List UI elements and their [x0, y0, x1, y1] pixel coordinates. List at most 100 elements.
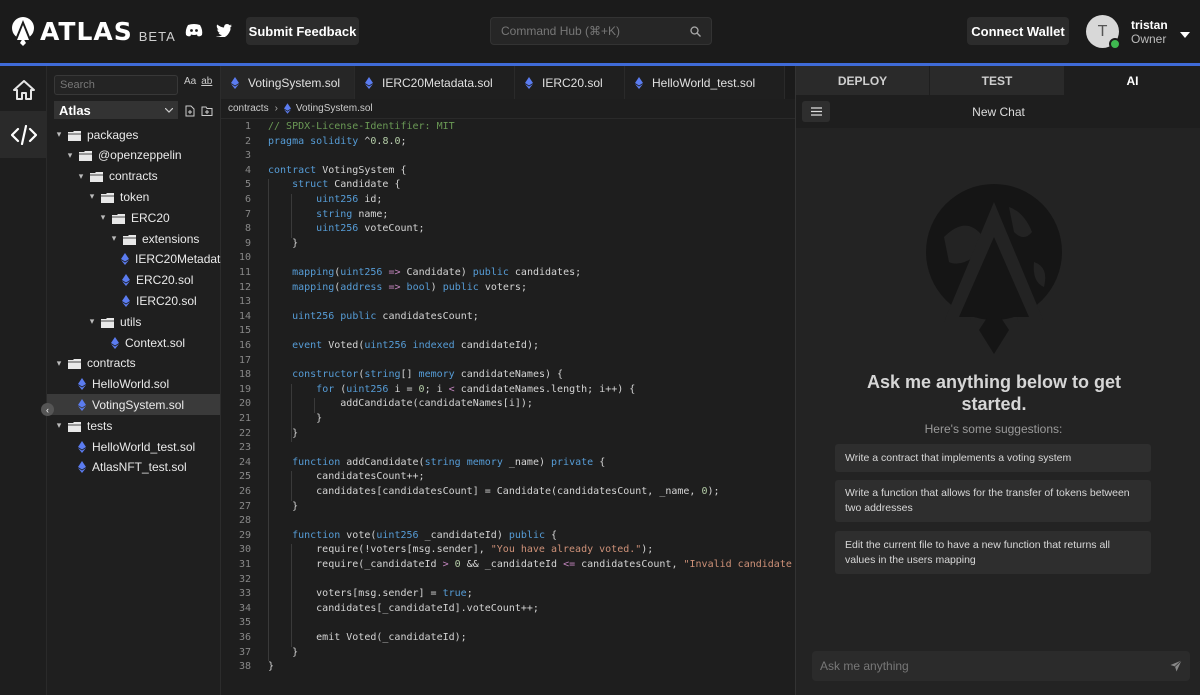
tree-folder[interactable]: ▾ token: [47, 186, 220, 207]
folder-icon: [68, 130, 82, 141]
user-name: tristan: [1131, 18, 1168, 32]
line-number: 19: [238, 383, 251, 395]
code-line[interactable]: candidates[candidatesCount] = Candidate(…: [268, 486, 719, 497]
tree-label: token: [120, 189, 150, 204]
code-line[interactable]: function vote(uint256 _candidateId) publ…: [268, 530, 557, 541]
code-line[interactable]: }: [268, 428, 298, 439]
chevron-down-icon[interactable]: [1180, 26, 1190, 44]
tree-file[interactable]: HelloWorld.sol: [47, 374, 220, 395]
tree-file[interactable]: IERC20Metadata.sol: [47, 249, 246, 270]
tree-label: Context.sol: [125, 335, 186, 350]
code-line[interactable]: struct Candidate {: [268, 179, 400, 190]
code-line[interactable]: event Voted(uint256 indexed candidateId)…: [268, 340, 539, 351]
suggestion-item[interactable]: Write a function that allows for the tra…: [835, 480, 1151, 522]
twitter-icon[interactable]: [216, 24, 232, 38]
collapse-sidebar-button[interactable]: ‹: [41, 403, 54, 416]
code-line[interactable]: voters[msg.sender] = true;: [268, 588, 473, 599]
ethereum-icon: [365, 76, 373, 89]
workspace-select[interactable]: Atlas: [54, 101, 178, 119]
chat-prompt-heading: Ask me anything below to get started.: [866, 372, 1122, 414]
menu-icon: [810, 107, 822, 116]
tree-label: utils: [120, 314, 142, 329]
brand[interactable]: ATLAS BETA: [10, 15, 176, 47]
breadcrumb-file[interactable]: VotingSystem.sol: [296, 103, 373, 114]
tree-folder[interactable]: ▾ tests: [47, 415, 220, 436]
tree-folder[interactable]: ▾ extensions: [47, 228, 220, 249]
tree-file[interactable]: ERC20.sol: [47, 270, 220, 291]
tree-folder[interactable]: ▾ ERC20: [47, 207, 220, 228]
breadcrumb-folder[interactable]: contracts: [228, 103, 269, 114]
code-line[interactable]: }: [268, 661, 274, 672]
code-line[interactable]: uint256 id;: [268, 194, 382, 205]
discord-icon[interactable]: [185, 23, 203, 37]
code-line[interactable]: string name;: [268, 209, 388, 220]
tree-folder[interactable]: ▾ contracts: [47, 166, 220, 187]
code-line[interactable]: // SPDX-License-Identifier: MIT: [268, 121, 455, 132]
code-line[interactable]: require(_candidateId > 0 && _candidateId…: [268, 559, 795, 570]
code-line[interactable]: for (uint256 i = 0; i < candidateNames.l…: [268, 384, 635, 395]
editor-tab[interactable]: IERC20.sol: [515, 66, 625, 99]
code-line[interactable]: constructor(string[] memory candidateNam…: [268, 369, 563, 380]
code-line[interactable]: mapping(uint256 => Candidate) public can…: [268, 267, 581, 278]
send-icon[interactable]: [1170, 660, 1182, 672]
editor-tab[interactable]: IERC20Metadata.sol: [355, 66, 515, 99]
connect-wallet-button[interactable]: Connect Wallet: [967, 17, 1069, 45]
code-line[interactable]: require(!voters[msg.sender], "You have a…: [268, 544, 653, 555]
code-line[interactable]: }: [268, 413, 322, 424]
code-line[interactable]: addCandidate(candidateNames[i]);: [268, 398, 533, 409]
command-hub-search[interactable]: Command Hub (⌘+K): [490, 17, 712, 45]
code-line[interactable]: uint256 public candidatesCount;: [268, 311, 479, 322]
folder-icon: [123, 234, 137, 245]
code-line[interactable]: }: [268, 647, 298, 658]
line-number: 15: [238, 325, 251, 337]
file-search-input[interactable]: Search: [54, 75, 178, 95]
panel-tab[interactable]: DEPLOY: [796, 66, 930, 95]
tree-folder[interactable]: ▾ @openzeppelin: [47, 145, 220, 166]
chat-input[interactable]: Ask me anything: [812, 651, 1190, 681]
code-line[interactable]: }: [268, 238, 298, 249]
online-status-dot: [1109, 38, 1121, 50]
tree-file[interactable]: Context.sol: [47, 332, 220, 353]
code-line[interactable]: mapping(address => bool) public voters;: [268, 282, 527, 293]
tree-file[interactable]: IERC20.sol: [47, 290, 220, 311]
tree-label: HelloWorld.sol: [92, 377, 170, 392]
suggestion-item[interactable]: Edit the current file to have a new func…: [835, 531, 1151, 574]
code-line[interactable]: contract VotingSystem {: [268, 165, 406, 176]
editor-tab[interactable]: VotingSystem.sol: [221, 66, 355, 99]
ethereum-icon: [635, 76, 643, 89]
code-editor-button[interactable]: [0, 111, 47, 158]
code-line[interactable]: pragma solidity ^0.8.0;: [268, 136, 407, 147]
panel-tab[interactable]: TEST: [930, 66, 1065, 95]
chevron-down-icon: ▾: [100, 212, 106, 223]
tree-file[interactable]: HelloWorld_test.sol: [47, 436, 220, 457]
tree-folder[interactable]: ▾ utils: [47, 311, 220, 332]
match-word-toggle[interactable]: ab: [201, 76, 212, 87]
code-line[interactable]: emit Voted(_candidateId);: [268, 632, 467, 643]
line-number: 10: [238, 252, 251, 264]
tree-file[interactable]: AtlasNFT_test.sol: [47, 457, 220, 478]
tree-folder[interactable]: ▾ contracts: [47, 353, 220, 374]
code-line[interactable]: }: [268, 501, 298, 512]
match-case-toggle[interactable]: Aa: [184, 76, 196, 87]
code-editor[interactable]: 1 // SPDX-License-Identifier: MIT 2 pragma …: [221, 119, 795, 695]
ethereum-icon: [283, 103, 291, 114]
new-folder-icon[interactable]: [201, 104, 213, 122]
home-button[interactable]: [0, 66, 47, 113]
editor-tab[interactable]: HelloWorld_test.sol: [625, 66, 785, 99]
tree-label: ERC20: [131, 210, 170, 225]
folder-icon: [112, 213, 126, 224]
line-number: 30: [238, 544, 251, 556]
submit-feedback-button[interactable]: Submit Feedback: [246, 17, 359, 45]
chevron-down-icon: ▾: [56, 357, 62, 368]
tree-folder[interactable]: ▾ packages: [47, 124, 220, 145]
ethereum-icon: [111, 336, 119, 349]
code-line[interactable]: function addCandidate(string memory _nam…: [268, 457, 605, 468]
chat-menu-button[interactable]: [802, 101, 830, 122]
chevron-down-icon: [165, 107, 173, 113]
code-line[interactable]: candidates[_candidateId].voteCount++;: [268, 603, 539, 614]
panel-tab[interactable]: AI: [1065, 66, 1200, 95]
tree-file[interactable]: VotingSystem.sol: [47, 394, 220, 416]
new-file-icon[interactable]: [185, 104, 196, 122]
suggestion-item[interactable]: Write a contract that implements a votin…: [835, 444, 1151, 472]
line-number: 3: [244, 150, 251, 162]
